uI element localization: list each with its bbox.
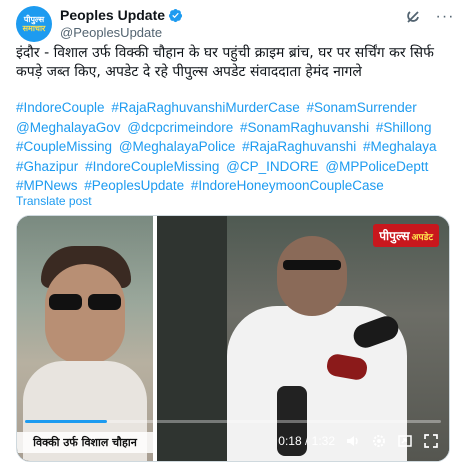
grok-icon[interactable] (404, 8, 422, 26)
hashtag-list: #IndoreCouple #RajaRaghuvanshiMurderCase… (16, 98, 448, 196)
hashtag-link[interactable]: @dcpcrimeindore (127, 120, 233, 135)
picture-in-picture-icon[interactable] (397, 433, 413, 449)
hashtag-link[interactable]: @MeghalayaGov (16, 120, 121, 135)
avatar-text-top: पीपुल्स (23, 15, 45, 24)
verified-badge-icon (168, 8, 183, 22)
hashtag-link[interactable]: #CoupleMissing (16, 139, 112, 154)
avatar[interactable]: पीपुल्स समाचार (16, 6, 52, 42)
hashtag-link[interactable]: @MPPoliceDeptt (325, 159, 428, 174)
volume-icon[interactable] (345, 433, 361, 449)
video-time: 0:18 / 1:32 (278, 434, 335, 448)
hashtag-link[interactable]: #SonamSurrender (306, 100, 416, 115)
tweet-body: इंदौर - विशाल उर्फ विक्की चौहान के घर पह… (16, 45, 434, 80)
video-progress-bar[interactable] (25, 420, 441, 423)
display-name[interactable]: Peoples Update (60, 7, 165, 23)
settings-gear-icon[interactable] (371, 433, 387, 449)
video-controls: 0:18 / 1:32 (278, 433, 439, 449)
more-icon[interactable]: ··· (436, 8, 454, 26)
hashtag-link[interactable]: @MeghalayaPolice (119, 139, 236, 154)
channel-badge-suffix: अपडेट (411, 233, 433, 243)
hashtag-link[interactable]: #IndoreCouple (16, 100, 105, 115)
user-handle[interactable]: @PeoplesUpdate (60, 25, 162, 40)
video-progress-fill (25, 420, 107, 423)
video-caption: विक्की उर्फ विशाल चौहान (17, 432, 153, 453)
channel-badge-text: पीपुल्स (379, 229, 410, 243)
video-right-frame: पीपुल्स अपडेट (157, 216, 449, 461)
hashtag-link[interactable]: @CP_INDORE (226, 159, 318, 174)
hashtag-link[interactable]: #PeoplesUpdate (84, 178, 184, 193)
hashtag-link[interactable]: #MPNews (16, 178, 78, 193)
avatar-text-bottom: समाचार (22, 24, 46, 33)
translate-post-link[interactable]: Translate post (16, 194, 92, 208)
background-figure (157, 216, 227, 461)
person-face (45, 264, 125, 364)
hashtag-link[interactable]: #SonamRaghuvanshi (240, 120, 369, 135)
speaker-head (277, 236, 347, 316)
hashtag-link[interactable]: #IndoreCoupleMissing (85, 159, 219, 174)
tweet-text: इंदौर - विशाल उर्फ विक्की चौहान के घर पह… (16, 44, 446, 82)
header-actions: ··· (404, 8, 454, 26)
sunglasses (49, 294, 121, 310)
name-row: Peoples Update (60, 7, 183, 23)
video-left-frame: विक्की उर्फ विशाल चौहान (17, 216, 153, 461)
tweet-header: पीपुल्स समाचार Peoples Update @PeoplesUp… (16, 4, 454, 44)
hashtag-link[interactable]: #Meghalaya (363, 139, 437, 154)
channel-badge: पीपुल्स अपडेट (373, 224, 439, 247)
hashtag-link[interactable]: #RajaRaghuvanshiMurderCase (111, 100, 299, 115)
hashtag-link[interactable]: #IndoreHoneymoonCoupleCase (191, 178, 384, 193)
hashtag-link[interactable]: #RajaRaghuvanshi (242, 139, 356, 154)
hashtag-link[interactable]: #Shillong (376, 120, 432, 135)
speaker-glasses (283, 260, 341, 270)
video-player[interactable]: विक्की उर्फ विशाल चौहान पीपुल्स अपडेट 0:1… (16, 215, 450, 462)
hashtag-link[interactable]: #Ghazipur (16, 159, 78, 174)
fullscreen-icon[interactable] (423, 433, 439, 449)
